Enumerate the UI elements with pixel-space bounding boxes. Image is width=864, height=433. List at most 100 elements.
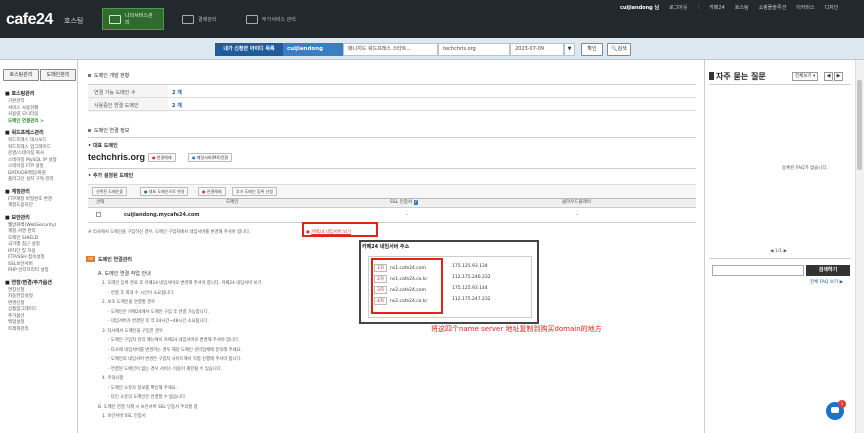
sidebar-item[interactable]: 웹방화벽(WebSecurity) [8,222,56,228]
extra-domain-label: • 추가 설정된 도메인 [88,173,134,179]
sidebar-section-title: ■ 연장/변경/추가옵션 [5,279,52,286]
util-ecommerce[interactable]: 이커머스 [796,4,814,11]
search-button[interactable]: 🔍검색 [607,43,631,56]
util-cafe24[interactable]: 카페24 [709,4,725,11]
domain-field[interactable]: techchris.org [438,43,510,56]
service-field[interactable]: 매니지드 워드프레스 스타트... [343,43,438,56]
faq-empty: 등록된 FAQ가 없습니다. [782,166,829,171]
faq-bar-icon [709,72,714,80]
account-id: cuijiandong [283,43,343,56]
guide-item: 4. 주의사항 [102,376,124,381]
sidebar-item[interactable]: 계정 서명 관리 [8,228,36,234]
guide-item: - 타인 소유의 도메인은 연결할 수 없습니다. [108,395,187,400]
popup-title: 카페24 네임서버 주소 [362,244,410,250]
divider [88,168,696,169]
sidebar-item[interactable]: 자동연장설정 [8,293,33,299]
confirm-button[interactable]: 확인 [581,43,603,56]
chevron-down-icon[interactable]: ▼ [564,43,575,56]
faq-next-button[interactable]: ▶ [834,72,843,81]
faq-more-link[interactable]: 전체 FAQ 보기 ▶ [810,279,843,285]
nav-label: 결제관리 [198,16,217,23]
hosting-manage-button[interactable]: 호스팅관리 [3,69,39,81]
nav-addon[interactable]: 부가서비스 관리 [240,8,310,30]
faq-panel [704,60,854,433]
sidebar-item[interactable]: 연장신청 [8,287,25,293]
sidebar-item[interactable]: 상품업그레이드 [8,306,37,312]
sidebar-item[interactable]: 기본관리 [8,98,25,104]
sidebar-item[interactable]: FTP계정 비밀번호 변경 [8,196,52,202]
section-title-status: 도메인 개발 현황 [88,72,129,79]
faq-title: 자주 묻는 질문 [716,72,766,81]
util-shop[interactable]: 쇼핑몰솔루션 [759,4,787,11]
guide-item: - 도메인의 네임서버 변경은 구입처 사이트에서 직접 진행해 주셔야 합니다… [108,357,242,362]
guide-item: - 연결 후 최대 수 시간이 소요됩니다. [108,290,175,296]
sidebar-item[interactable]: 워드프레스 대시보드 [8,137,47,143]
util-logout[interactable]: 로그아웃 [669,4,687,11]
sidebar-item[interactable]: 도메인 연결관리 > [8,118,44,124]
sidebar-section-title: ■ 계정관리 [5,188,30,195]
utility-links: cuijiandong 님 로그아웃 | 카페24 호스팅 쇼핑몰솔루션 이커머… [620,4,839,11]
nav-payment[interactable]: 결제관리 [176,8,236,30]
user-name: cuijiandong 님 [620,4,660,11]
guide-item: 2. 보조 도메인을 연결할 경우 [102,300,156,305]
sidebar-item[interactable]: PHP 인터프리터 설정 [8,267,49,273]
status-row: 연결 가능 도메인 수 2 개 [88,86,696,98]
sidebar-item[interactable]: 운영/스테이징 복사 [8,150,44,156]
sidebar-item[interactable]: 백업설정 [8,319,25,325]
status-label: 연결 가능 도메인 수 [94,90,136,96]
util-hosting[interactable]: 호스팅 [735,4,749,11]
row-checkbox[interactable] [96,212,101,217]
sidebar-item[interactable]: 국가별 접근 설정 [8,241,40,247]
sidebar-item[interactable]: 워드프레스 업그레이드 [8,144,51,150]
sidebar-item[interactable]: FTP/SSH 접속설정 [8,254,45,260]
chat-badge: 1 [838,400,846,408]
sidebar-item[interactable]: 사용량 모니터링 [8,111,38,117]
highlight-box [302,222,378,237]
rep-domain-label: • 대표 도메인 [88,143,118,149]
sidebar-item[interactable]: IP차단 및 허용 [8,248,36,254]
sidebar-item[interactable]: 서비스 사용현황 [8,105,38,111]
scrollbar-thumb[interactable] [857,80,862,170]
faq-search-button[interactable]: 검색하기 [806,265,850,276]
ns-ip: 112.175.246.232 [452,275,491,280]
faq-search-input[interactable] [712,265,804,276]
sidebar-item[interactable]: 스테이징 MySQL IP 설정 [8,157,57,163]
sidebar-item[interactable]: 스테이징 FTP 설정 [8,163,44,169]
divider [88,137,696,138]
sidebar-item[interactable]: SSL보안서버 [8,261,33,267]
account-list-label: 내가 신청한 아이디 목록 [215,43,283,56]
sidebar-section-title: ■ 호스팅관리 [5,91,35,97]
sidebar-item[interactable]: 플러그인 설치 구독 관리 [8,176,54,182]
guide-item: 1. 도메인 등록 완료 후 카페24 네임서버로 변경해 주셔야 합니다. 카… [102,281,262,286]
nav-label: 나의서비스관리 [124,13,153,26]
th-cloudflare: 클라우드플레어 [562,200,591,205]
ns-row: 3차 ns2.cafe24.com [374,286,426,294]
sidebar-item[interactable]: 트래픽관리 [8,326,29,332]
util-design[interactable]: 디자인 [825,4,839,11]
faq-category-select[interactable]: 전체보기 ▾ [792,72,818,81]
th-ssl: SSL 인증서 ? [390,200,418,205]
domain-manage-button[interactable]: 도메인관리 [40,69,76,81]
sidebar-item[interactable]: 계정도용차단 [8,202,33,208]
cafe24-logo[interactable]: cafe24 [6,11,53,29]
date-field[interactable]: 2023-07-09 [510,43,564,56]
add-domain-button[interactable]: 추가 도메인 등록 신청 [232,187,277,196]
divider [710,258,850,259]
sidebar-item[interactable]: DATA/DB백업/복원 [8,170,46,176]
nav-label: 부가서비스 관리 [262,16,296,23]
divider [710,84,850,85]
faq-prev-button[interactable]: ◀ [824,72,833,81]
sidebar-item[interactable]: 추가옵션 [8,313,25,319]
sidebar-item[interactable]: 변경신청 [8,300,25,306]
set-rep-button[interactable]: ● 대표 도메인으로 변경 [140,187,189,196]
guide-item: - 도메인 소유자 정보를 확인해 주세요. [108,385,178,391]
mx-switch-pill[interactable]: ● 메일서버(MX)전환 [188,153,233,162]
disconnect-pill[interactable]: ● 연결해제 [148,153,176,162]
toolbar-selected: 선택된 도메인을 [92,187,128,196]
status-value: 2 개 [172,90,182,96]
sidebar-item[interactable]: 도메인 SHIELD [8,235,38,241]
nav-my-service[interactable]: 나의서비스관리 [102,8,164,30]
sidebar-section-title: ■ 보안관리 [5,214,30,221]
guide-item: - 연결된 도메인이 없는 경우 서비스 이용이 제한될 수 있습니다. [108,366,223,372]
disconnect-button[interactable]: ● 연결해제 [198,187,226,196]
